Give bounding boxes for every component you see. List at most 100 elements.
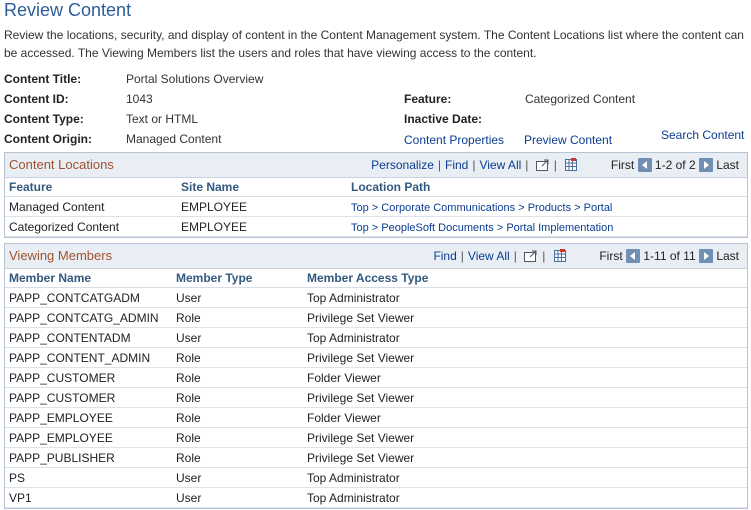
table-row: PAPP_PUBLISHER Role Privilege Set Viewer xyxy=(5,447,747,468)
column-header-feature[interactable]: Feature xyxy=(5,178,177,197)
content-id-label: Content ID: xyxy=(4,92,69,106)
zoom-window-icon[interactable] xyxy=(524,250,538,266)
content-origin-value: Managed Content xyxy=(126,132,222,146)
member-name-cell: VP1 xyxy=(5,487,172,508)
table-header-row: Member Name Member Type Member Access Ty… xyxy=(5,269,747,288)
member-access-type-cell: Privilege Set Viewer xyxy=(303,347,747,368)
viewing-members-header: Viewing Members Find | View All | | First 1… xyxy=(5,244,747,269)
member-type-cell: Role xyxy=(172,447,303,468)
content-origin-label: Content Origin: xyxy=(4,132,92,146)
table-row: PAPP_CONTCATGADM User Top Administrator xyxy=(5,287,747,308)
site-name-cell: EMPLOYEE xyxy=(177,196,347,217)
download-to-excel-icon[interactable] xyxy=(553,249,567,266)
content-locations-header: Content Locations Personalize | Find | View … xyxy=(5,153,747,178)
feature-label: Feature: xyxy=(404,92,452,106)
column-header-member-access-type[interactable]: Member Access Type xyxy=(303,269,747,288)
page-title: Review Content xyxy=(4,0,132,20)
member-name-cell: PAPP_CONTENT_ADMIN xyxy=(5,347,172,368)
previous-icon[interactable] xyxy=(626,249,641,263)
table-row: Managed Content EMPLOYEE Top > Corporate… xyxy=(5,196,747,217)
member-type-cell: User xyxy=(172,327,303,348)
first-label: First xyxy=(610,158,635,172)
table-row: VP1 User Top Administrator xyxy=(5,487,747,508)
view-all-link[interactable]: View All xyxy=(468,249,510,263)
member-type-cell: Role xyxy=(172,387,303,408)
last-label: Last xyxy=(716,249,739,263)
table-row: PAPP_CONTCATG_ADMIN Role Privilege Set Vie… xyxy=(5,307,747,328)
feature-cell: Categorized Content xyxy=(5,216,177,237)
member-access-type-cell: Folder Viewer xyxy=(303,367,747,388)
first-label: First xyxy=(599,249,623,263)
member-access-type-cell: Privilege Set Viewer xyxy=(303,447,747,468)
column-header-location-path[interactable]: Location Path xyxy=(347,178,747,197)
member-access-type-cell: Top Administrator xyxy=(303,287,747,308)
viewing-members-table: Member Name Member Type Member Access Ty… xyxy=(5,269,747,508)
content-id-value: 1043 xyxy=(126,92,153,106)
feature-cell: Managed Content xyxy=(5,196,177,217)
member-name-cell: PS xyxy=(5,467,172,488)
member-access-type-cell: Privilege Set Viewer xyxy=(303,387,747,408)
member-access-type-cell: Top Administrator xyxy=(303,487,747,508)
content-type-label: Content Type: xyxy=(4,112,84,126)
table-row: Categorized Content EMPLOYEE Top > Peopl… xyxy=(5,216,747,237)
table-row: PAPP_EMPLOYEE Role Folder Viewer xyxy=(5,407,747,428)
view-all-link[interactable]: View All xyxy=(479,158,521,172)
location-path-cell: Top > PeopleSoft Documents > Portal Impl… xyxy=(347,216,747,237)
search-content-link[interactable]: Search Content xyxy=(661,128,744,142)
member-type-cell: User xyxy=(172,467,303,488)
content-title-label: Content Title: xyxy=(4,72,82,86)
location-path-link[interactable]: Top > PeopleSoft Documents > Portal Impl… xyxy=(351,222,613,234)
find-link[interactable]: Find xyxy=(433,249,456,263)
viewing-members-toolbar: Find | View All | | First 1-11 of 11 Last xyxy=(433,249,739,266)
table-row: PAPP_EMPLOYEE Role Privilege Set Viewer xyxy=(5,427,747,448)
content-locations-grid: Content Locations Personalize | Find | View … xyxy=(4,152,748,238)
table-row: PAPP_CONTENT_ADMIN Role Privilege Set View… xyxy=(5,347,747,368)
page-description: Review the locations, security, and disp… xyxy=(4,28,744,60)
content-locations-table: Feature Site Name Location Path Managed … xyxy=(5,178,747,237)
column-header-member-name[interactable]: Member Name xyxy=(5,269,172,288)
row-range: 1-2 of 2 xyxy=(654,158,696,172)
member-name-cell: PAPP_CUSTOMER xyxy=(5,387,172,408)
member-name-cell: PAPP_PUBLISHER xyxy=(5,447,172,468)
previous-icon[interactable] xyxy=(637,158,652,172)
last-label: Last xyxy=(716,158,739,172)
member-access-type-cell: Privilege Set Viewer xyxy=(303,307,747,328)
member-access-type-cell: Top Administrator xyxy=(303,467,747,488)
member-type-cell: Role xyxy=(172,367,303,388)
member-access-type-cell: Privilege Set Viewer xyxy=(303,427,747,448)
table-row: PS User Top Administrator xyxy=(5,467,747,488)
next-icon[interactable] xyxy=(698,158,713,172)
member-name-cell: PAPP_CONTCATG_ADMIN xyxy=(5,307,172,328)
zoom-window-icon[interactable] xyxy=(535,159,550,175)
table-row: PAPP_CONTENTADM User Top Administrator xyxy=(5,327,747,348)
personalize-link[interactable]: Personalize xyxy=(371,158,434,172)
member-type-cell: User xyxy=(172,487,303,508)
table-row: PAPP_CUSTOMER Role Folder Viewer xyxy=(5,367,747,388)
table-row: PAPP_CUSTOMER Role Privilege Set Viewer xyxy=(5,387,747,408)
member-name-cell: PAPP_CONTENTADM xyxy=(5,327,172,348)
viewing-members-title: Viewing Members xyxy=(9,248,113,263)
member-type-cell: Role xyxy=(172,307,303,328)
feature-value: Categorized Content xyxy=(525,92,636,106)
content-locations-toolbar: Personalize | Find | View All | | First 1-2 o… xyxy=(371,158,739,175)
table-header-row: Feature Site Name Location Path xyxy=(5,178,747,197)
content-properties-link[interactable]: Content Properties xyxy=(404,133,504,147)
member-name-cell: PAPP_CONTCATGADM xyxy=(5,287,172,308)
location-path-cell: Top > Corporate Communications > Product… xyxy=(347,196,747,217)
column-header-member-type[interactable]: Member Type xyxy=(172,269,303,288)
download-to-excel-icon[interactable] xyxy=(564,158,578,175)
content-type-value: Text or HTML xyxy=(126,112,199,126)
location-path-link[interactable]: Top > Corporate Communications > Product… xyxy=(351,202,612,214)
column-header-site-name[interactable]: Site Name xyxy=(177,178,347,197)
row-range: 1-11 of 11 xyxy=(643,249,696,263)
find-link[interactable]: Find xyxy=(445,158,468,172)
next-icon[interactable] xyxy=(698,249,713,263)
preview-content-link[interactable]: Preview Content xyxy=(524,133,612,147)
member-name-cell: PAPP_EMPLOYEE xyxy=(5,427,172,448)
member-type-cell: Role xyxy=(172,427,303,448)
viewing-members-grid: Viewing Members Find | View All | | First 1… xyxy=(4,243,748,509)
content-locations-title: Content Locations xyxy=(9,157,114,172)
member-type-cell: Role xyxy=(172,347,303,368)
member-type-cell: User xyxy=(172,287,303,308)
inactive-date-label: Inactive Date: xyxy=(404,112,483,126)
